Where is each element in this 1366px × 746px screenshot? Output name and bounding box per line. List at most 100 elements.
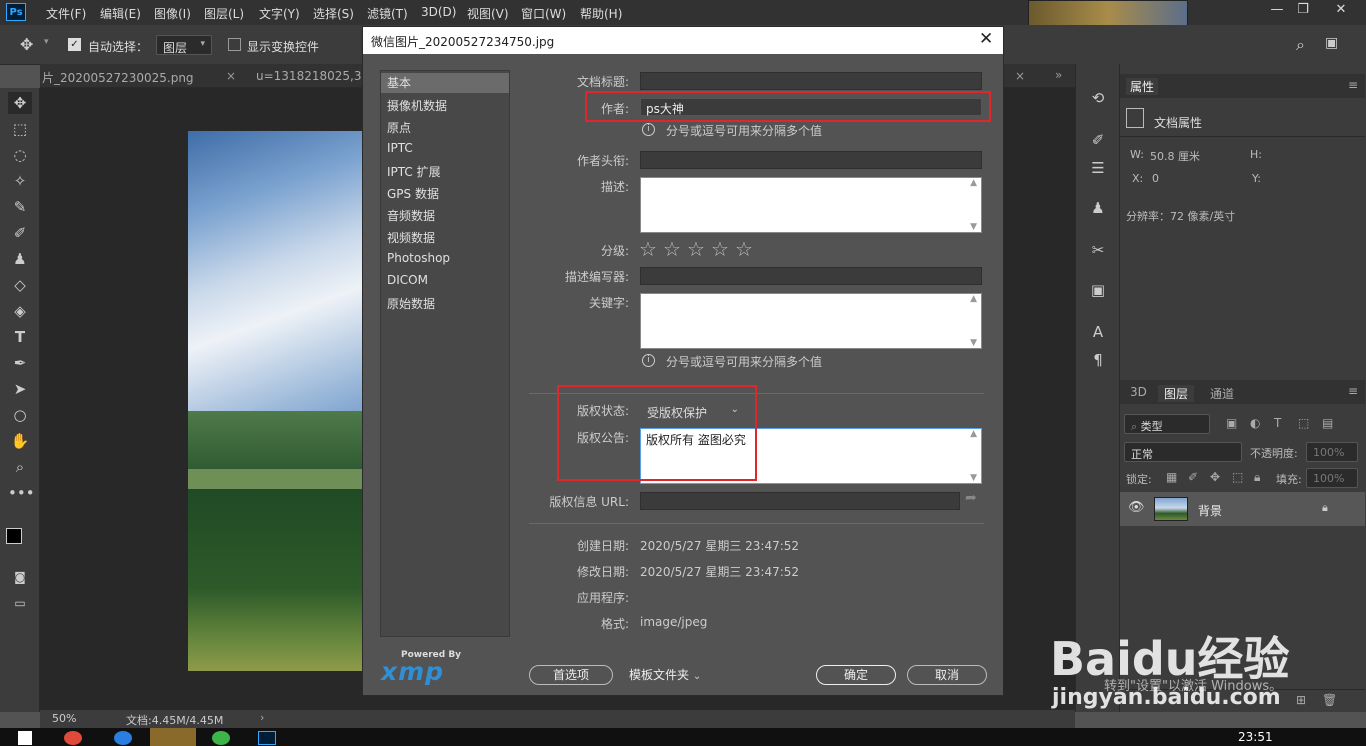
scroll-down-icon[interactable]: ▼ [970,473,977,483]
wechat-icon[interactable] [150,728,196,746]
kind-filter-dropdown[interactable]: ⌕ 类型 [1124,414,1210,434]
layer-row[interactable]: 👁︎ 背景 🔒︎ [1120,492,1365,526]
scroll-up-icon[interactable]: ▲ [970,294,977,304]
tab-channels[interactable]: 通道 [1210,385,1234,402]
scroll-up-icon[interactable]: ▲ [970,429,977,439]
scroll-down-icon[interactable]: ▼ [970,338,977,348]
windows-start-icon[interactable] [18,731,32,745]
history-icon[interactable]: ⟲ [1086,86,1110,110]
ok-button[interactable]: 确定 [816,665,896,685]
doc-title-input[interactable] [640,72,982,90]
nav-origin[interactable]: 原点 [387,119,411,136]
fill-icon[interactable]: ◈ [8,300,32,322]
app-icon[interactable] [212,731,230,745]
restore-button[interactable]: ❐ [1288,2,1318,20]
auto-select-dropdown[interactable]: 图层 ▾ [156,35,212,55]
copyright-url-input[interactable] [640,492,960,510]
pen-tool-icon[interactable]: ✒ [8,352,32,374]
lock-artboard-icon[interactable]: ⬚ [1232,470,1243,484]
description-textarea[interactable]: ▲ ▼ [640,177,982,233]
status-arrow-icon[interactable]: › [260,711,264,724]
brush-icon[interactable]: ✐ [8,222,32,244]
lock-brush-icon[interactable]: ✐ [1188,470,1198,484]
tool-presets-icon[interactable]: ✂ [1086,238,1110,262]
nav-audio-data[interactable]: 音频数据 [387,207,435,224]
nav-dicom[interactable]: DICOM [387,273,428,287]
menu-window[interactable]: 窗口(W) [521,5,566,22]
more-tools-icon[interactable]: ••• [8,482,35,504]
show-transform-checkbox[interactable] [228,38,241,51]
nav-photoshop[interactable]: Photoshop [387,251,450,265]
filter-adjust-icon[interactable]: ◐ [1250,416,1260,430]
quick-mask-icon[interactable]: ◙ [8,566,32,588]
rating-star-3[interactable]: ☆ [687,239,705,259]
hand-tool-icon[interactable]: ✋ [8,430,32,452]
nav-raw-data[interactable]: 原始数据 [387,295,435,312]
rating-star-4[interactable]: ☆ [711,239,729,259]
desc-writer-input[interactable] [640,267,982,285]
zoom-tool-icon[interactable]: ⌕ [8,456,32,478]
close-app-button[interactable]: ✕ [1326,2,1356,20]
menu-select[interactable]: 选择(S) [313,5,354,22]
author-title-input[interactable] [640,151,982,169]
eyedropper-icon[interactable]: ✎ [8,196,32,218]
auto-select-checkbox[interactable]: ✓ [68,38,81,51]
opacity-field[interactable]: 100% [1306,442,1358,462]
keywords-textarea[interactable]: ▲ ▼ [640,293,982,349]
width-value[interactable]: 50.8 厘米 [1150,148,1200,164]
template-folder-button[interactable]: 模板文件夹 ⌄ [621,666,715,686]
menu-file[interactable]: 文件(F) [46,5,86,22]
brush-settings-icon[interactable]: ✐ [1086,128,1110,152]
filter-pixel-icon[interactable]: ▣ [1226,416,1237,430]
x-value[interactable]: 0 [1152,172,1159,185]
move-tool-icon[interactable]: ✥ [20,35,33,54]
nav-iptc[interactable]: IPTC [387,141,413,155]
photoshop-logo[interactable]: Ps [6,3,26,21]
screen-mode-icon[interactable]: ▭ [8,592,32,614]
menu-type[interactable]: 文字(Y) [259,5,300,22]
lock-pixels-icon[interactable]: ▦ [1166,470,1177,484]
scroll-up-icon[interactable]: ▲ [970,178,977,188]
open-url-arrow-icon[interactable]: ➦ [965,490,977,506]
paragraph-icon[interactable]: ¶ [1086,348,1110,372]
panel-menu-icon[interactable]: ≡ [1348,384,1358,398]
magic-wand-icon[interactable]: ✧ [8,170,32,192]
chevron-down-icon[interactable]: ▾ [44,37,49,47]
nav-basic[interactable]: 基本 [381,73,509,93]
menu-edit[interactable]: 编辑(E) [100,5,141,22]
close-icon[interactable]: ✕ [979,29,993,49]
filter-smart-icon[interactable]: ▤ [1322,416,1333,430]
lock-position-icon[interactable]: ✥ [1210,470,1220,484]
tab-document-1[interactable]: 片_20200527230025.png [42,69,194,86]
scroll-down-icon[interactable]: ▼ [970,222,977,232]
filter-type-icon[interactable]: T [1274,416,1281,430]
stamp-icon[interactable]: ♟ [8,248,32,270]
nav-iptc-extension[interactable]: IPTC 扩展 [387,163,441,180]
close-tab-icon[interactable]: × [226,69,236,83]
ellipse-tool-icon[interactable]: ○ [8,404,32,426]
photoshop-taskbar-icon[interactable] [258,731,276,745]
adjustments-icon[interactable]: ☰ [1086,156,1110,180]
menu-image[interactable]: 图像(I) [154,5,191,22]
clone-source-icon[interactable]: ♟ [1086,196,1110,220]
nav-video-data[interactable]: 视频数据 [387,229,435,246]
tab-3d[interactable]: 3D [1130,385,1147,399]
panel-menu-icon[interactable]: ≡ [1348,78,1358,92]
rating-star-1[interactable]: ☆ [639,239,657,259]
nav-camera-data[interactable]: 摄像机数据 [387,97,447,114]
zoom-level[interactable]: 50% [52,712,76,725]
menu-layer[interactable]: 图层(L) [204,5,244,22]
menu-help[interactable]: 帮助(H) [580,5,622,22]
tabs-overflow-icon[interactable]: » [1055,68,1062,82]
foreground-color-swatch[interactable] [6,528,22,544]
visibility-eye-icon[interactable]: 👁︎ [1128,500,1145,515]
lasso-tool-icon[interactable]: ◌ [8,144,32,166]
close-tab-icon[interactable]: × [1015,69,1025,83]
menu-filter[interactable]: 滤镜(T) [367,5,408,22]
rating-star-5[interactable]: ☆ [735,239,753,259]
layer-name[interactable]: 背景 [1198,502,1222,519]
menu-view[interactable]: 视图(V) [467,5,509,22]
cancel-button[interactable]: 取消 [907,665,987,685]
tab-properties[interactable]: 属性 [1126,78,1159,95]
preferences-button[interactable]: 首选项 [529,665,613,685]
